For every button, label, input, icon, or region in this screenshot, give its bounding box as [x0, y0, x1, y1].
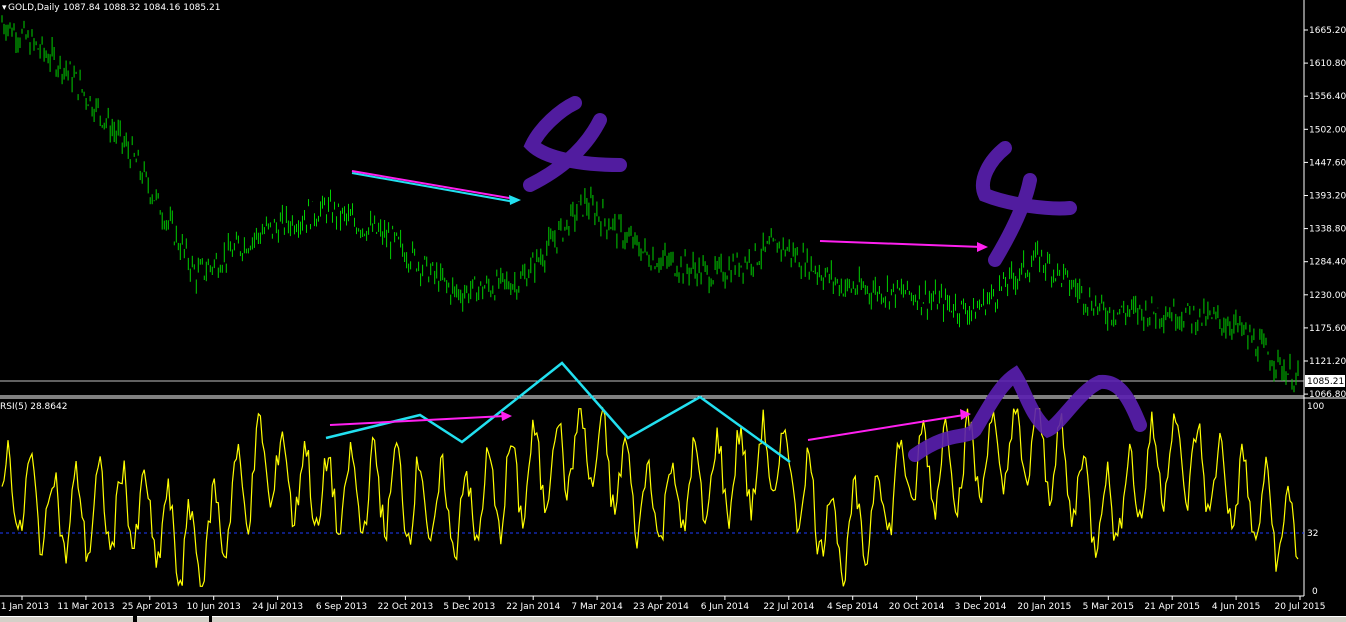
price-tick-label: 1556.40 [1309, 92, 1346, 102]
chart-tab-1[interactable] [0, 616, 133, 622]
chart-background [0, 0, 1346, 621]
symbol-label: GOLD,Daily [8, 3, 60, 13]
chart-canvas[interactable]: ▾ GOLD,Daily 1087.84 1088.32 1084.16 108… [0, 0, 1346, 621]
price-tick-label: 1066.80 [1309, 390, 1346, 400]
time-tick-label: 6 Sep 2013 [316, 602, 367, 612]
time-tick-label: 24 Jul 2013 [252, 602, 303, 612]
price-tick-label: 1230.00 [1309, 291, 1346, 301]
price-tick-label: 1610.80 [1309, 59, 1346, 69]
time-tick-label: 5 Dec 2013 [443, 602, 495, 612]
time-tick-label: 21 Apr 2015 [1144, 602, 1200, 612]
time-tick-label: 23 Apr 2014 [633, 602, 689, 612]
rsi-axis-100: 100 [1307, 402, 1324, 412]
time-tick-label: 20 Oct 2014 [889, 602, 945, 612]
chart-tab-3[interactable] [212, 616, 1346, 622]
bottom-tab-strip [0, 616, 1346, 622]
rsi-axis-32: 32 [1307, 529, 1318, 539]
time-tick-label: 20 Jul 2015 [1275, 602, 1326, 612]
time-tick-label: 3 Dec 2014 [955, 602, 1007, 612]
price-tick-label: 1665.20 [1309, 26, 1346, 36]
price-tick-label: 1175.60 [1309, 324, 1346, 334]
time-tick-label: 5 Mar 2015 [1083, 602, 1134, 612]
header-arrow-icon: ▾ [2, 3, 7, 13]
rsi-axis-0: 0 [1312, 587, 1318, 597]
chart-tab-2[interactable] [137, 616, 209, 622]
ohlc-readout: 1087.84 1088.32 1084.16 1085.21 [63, 3, 220, 13]
time-tick-label: 22 Jul 2014 [763, 602, 814, 612]
price-tick-label: 1338.80 [1309, 225, 1346, 235]
current-price-label: 1085.21 [1307, 377, 1344, 387]
time-tick-label: 4 Sep 2014 [827, 602, 879, 612]
time-tick-label: 20 Jan 2015 [1017, 602, 1071, 612]
time-tick-label: 6 Jun 2014 [701, 602, 750, 612]
price-tick-label: 1447.60 [1309, 158, 1346, 168]
time-tick-label: 11 Mar 2013 [57, 602, 114, 612]
time-tick-label: 25 Apr 2013 [122, 602, 178, 612]
price-tick-label: 1393.20 [1309, 192, 1346, 202]
time-tick-label: 11 Jan 2013 [0, 602, 49, 612]
price-tick-label: 1121.20 [1309, 357, 1346, 367]
time-tick-label: 7 Mar 2014 [571, 602, 623, 612]
time-tick-label: 22 Jan 2014 [506, 602, 560, 612]
time-tick-label: 10 Jun 2013 [187, 602, 241, 612]
time-tick-label: 4 Jun 2015 [1212, 602, 1260, 612]
price-tick-label: 1284.40 [1309, 258, 1346, 268]
price-tick-label: 1502.00 [1309, 125, 1346, 135]
time-tick-label: 22 Oct 2013 [378, 602, 434, 612]
rsi-title: RSI(5) 28.8642 [0, 402, 67, 412]
